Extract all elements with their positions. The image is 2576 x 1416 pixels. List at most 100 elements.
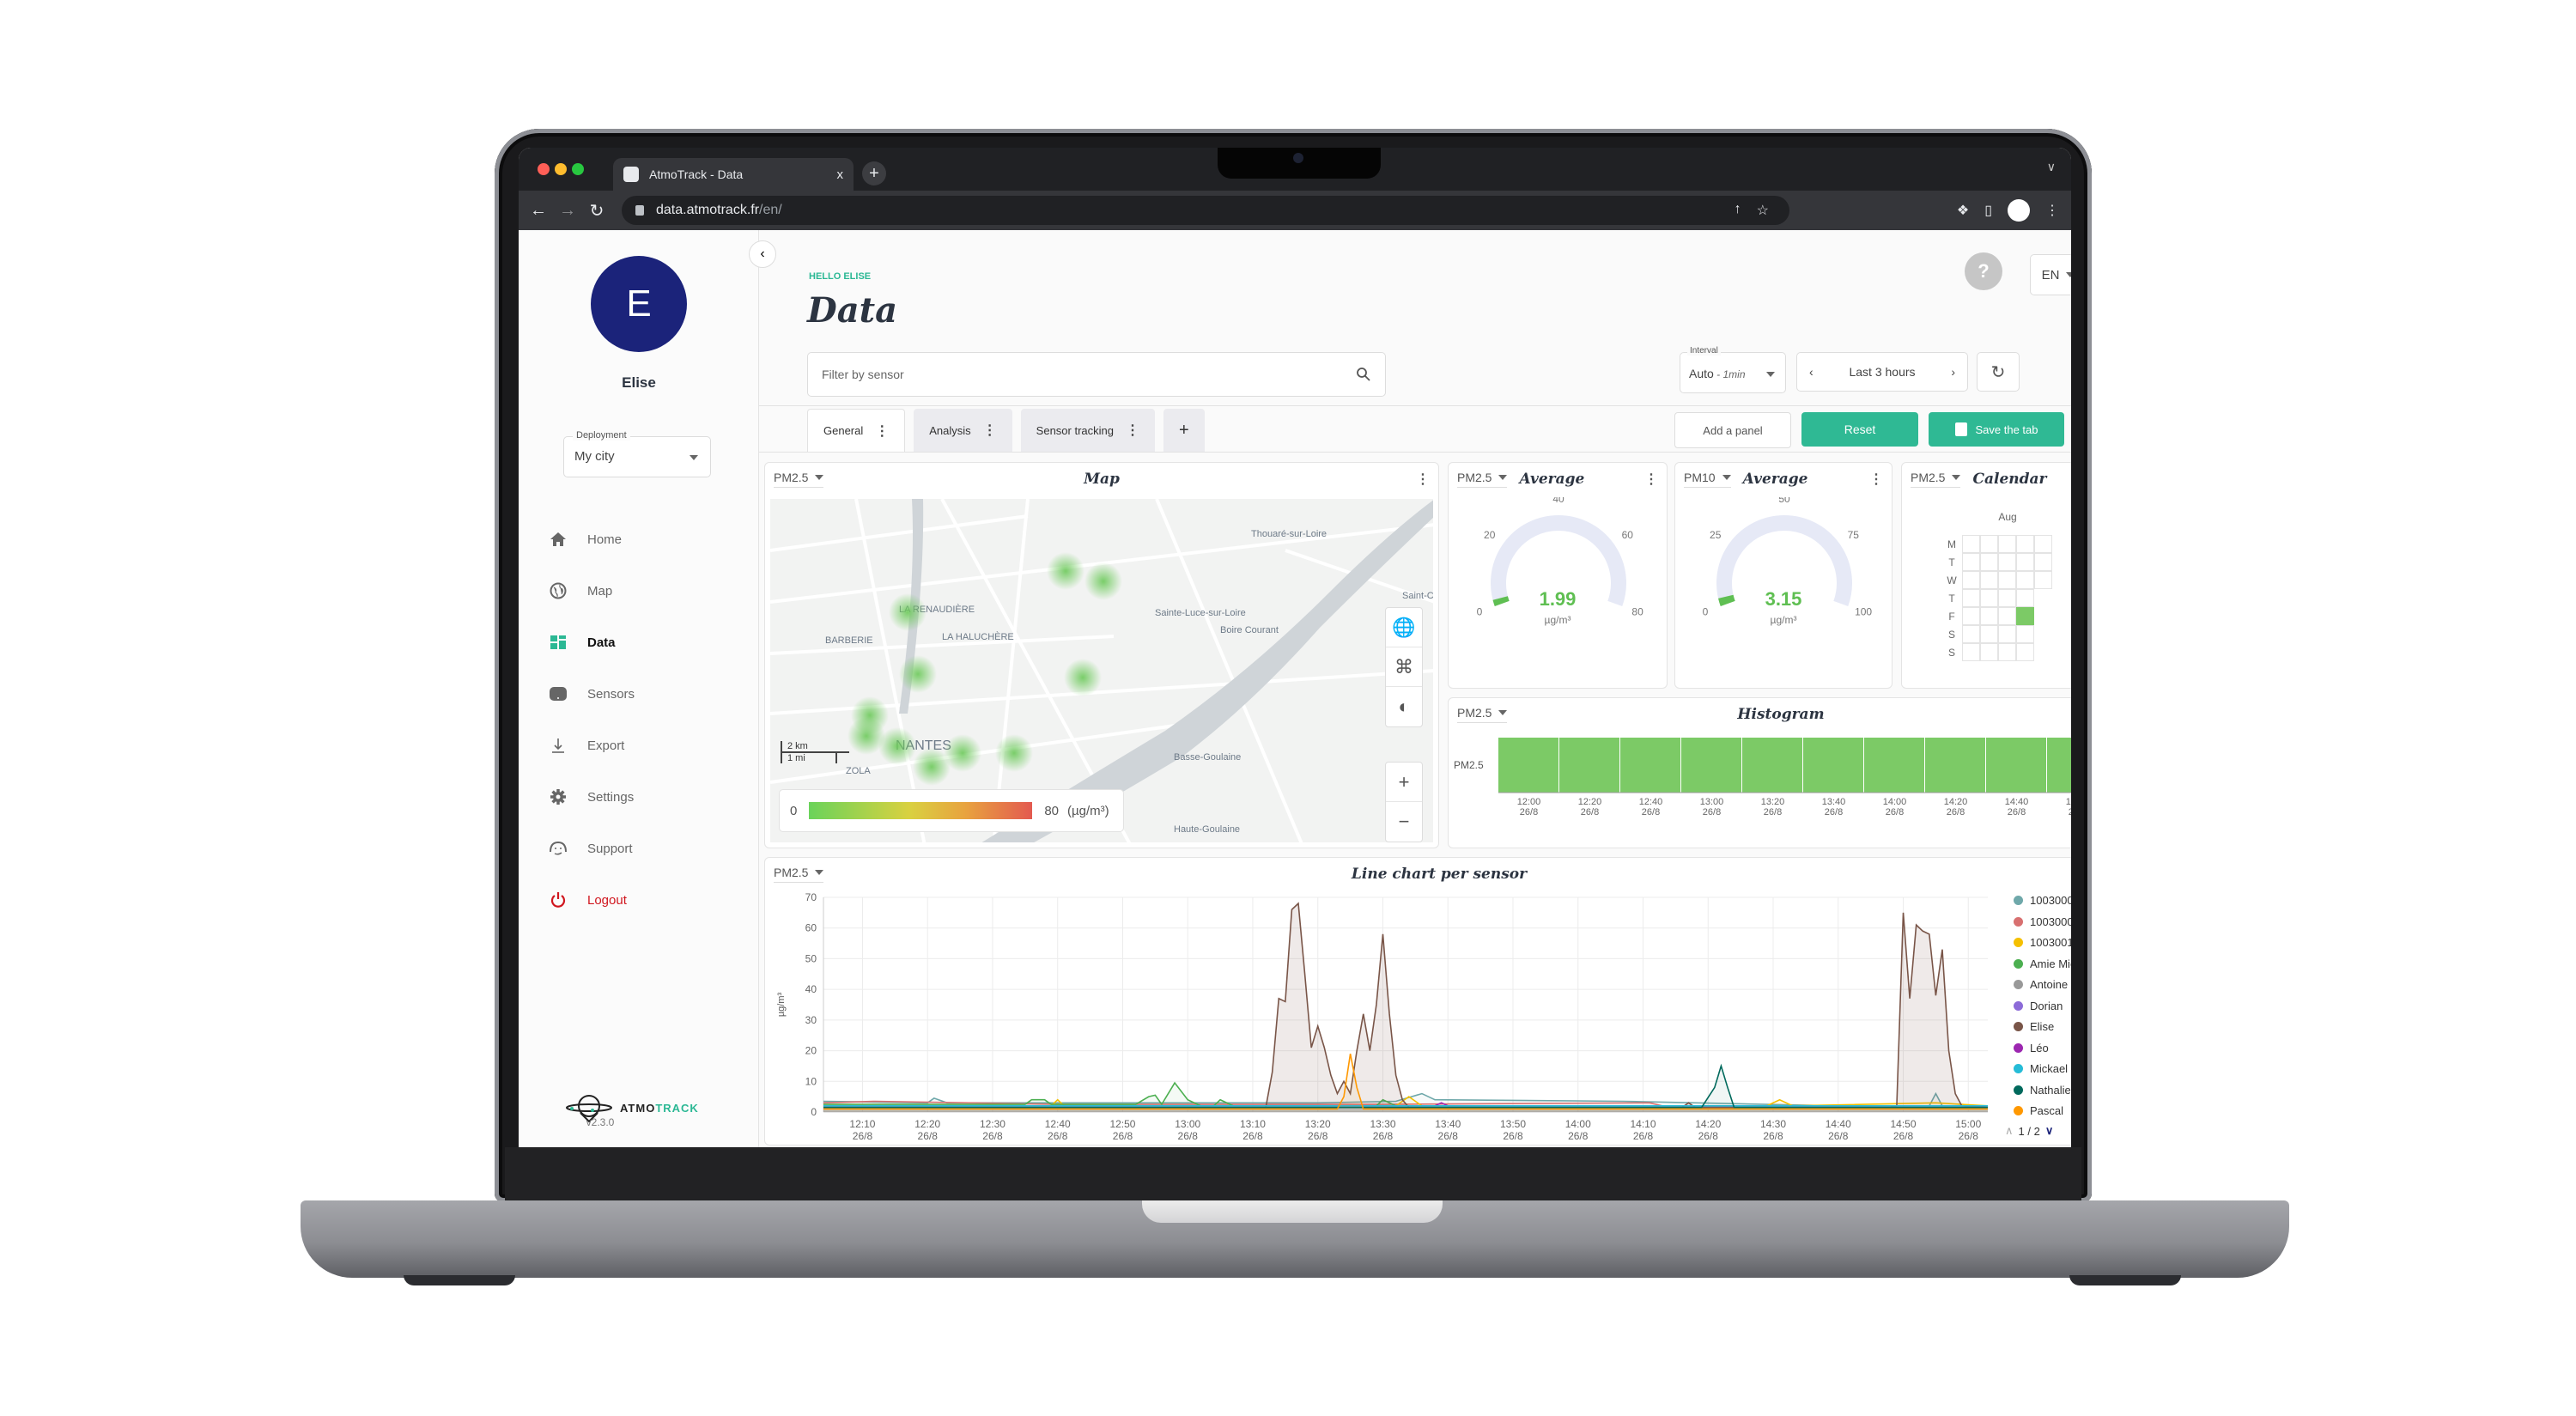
tab-menu-icon[interactable]: ⋮ [983,422,997,439]
zoom-in-button[interactable]: + [1386,763,1422,802]
calendar-cell[interactable] [2016,553,2034,571]
deployment-select[interactable]: Deployment My city [563,430,711,477]
crop-icon[interactable]: ⌘ [1386,647,1422,687]
panel-menu-icon[interactable]: ⋮ [1416,471,1430,488]
legend-item[interactable]: 100300053 [2014,894,2071,907]
sidebar-item-home[interactable]: Home [548,514,635,565]
time-range-value[interactable]: Last 3 hours [1849,365,1915,379]
calendar-cell[interactable] [1980,553,1998,571]
pollutant-select[interactable]: PM2.5 [1457,471,1508,488]
sidebar-item-export[interactable]: Export [548,720,635,771]
address-bar[interactable]: data.atmotrack.fr/en/ ↑ ☆ [622,196,1789,225]
globe-icon[interactable]: 🌐 [1386,608,1422,647]
legend-item[interactable]: Amie Mickael [2014,957,2071,970]
pollutant-select[interactable]: PM10 [1684,471,1731,488]
panel-menu-icon[interactable]: ⋮ [1644,471,1658,488]
calendar-cell[interactable] [2016,535,2034,553]
side-panel-icon[interactable]: ▯ [1984,202,1992,219]
close-tab-icon[interactable]: x [837,167,844,182]
histogram-bar[interactable] [1559,738,1619,793]
minimize-window-button[interactable] [555,163,567,175]
refresh-button[interactable]: ↻ [1977,352,2020,392]
language-select[interactable]: EN [2030,254,2071,295]
legend-item[interactable]: Nathalie [2014,1084,2071,1097]
new-tab-button[interactable]: + [862,161,886,185]
pollutant-select[interactable]: PM2.5 [774,471,824,488]
sidebar-item-settings[interactable]: Settings [548,771,635,823]
histogram-bar[interactable] [1925,738,1985,793]
add-tab-button[interactable]: + [1163,409,1205,452]
calendar-cell[interactable] [1962,643,1980,661]
calendar-cell[interactable] [2016,643,2034,661]
calendar-cell[interactable] [1980,535,1998,553]
bookmark-star-icon[interactable]: ☆ [1757,202,1769,219]
close-window-button[interactable] [538,163,550,175]
calendar-cell[interactable] [1998,535,2016,553]
tab-general[interactable]: General ⋮ [807,409,906,452]
legend-item[interactable]: 100300166 [2014,936,2071,949]
pollutant-select[interactable]: PM2.5 [1457,706,1508,723]
avatar[interactable]: E [591,256,687,352]
calendar-cell[interactable] [1962,553,1980,571]
histogram-bar[interactable] [2047,738,2071,793]
calendar-cell[interactable] [1962,535,1980,553]
browser-tab[interactable]: AtmoTrack - Data x [613,158,854,191]
sidebar-item-map[interactable]: Map [548,565,635,617]
share-icon[interactable]: ↑ [1735,202,1741,219]
series-line-elise[interactable] [823,902,1989,1109]
legend-item[interactable]: Dorian [2014,1000,2063,1012]
calendar-cell[interactable] [2016,571,2034,589]
histogram-bar[interactable] [1681,738,1741,793]
legend-item[interactable]: Pascal [2014,1104,2063,1117]
histogram-bar[interactable] [1803,738,1863,793]
sensor-heat-spot[interactable] [1064,659,1102,696]
tab-search-chevron-icon[interactable]: ∨ [2047,160,2056,174]
pollutant-select[interactable]: PM2.5 [774,866,824,883]
profile-avatar[interactable] [2008,199,2030,222]
legend-next-page-icon[interactable]: ∨ [2045,1124,2054,1138]
histogram-bar[interactable] [1620,738,1680,793]
collapse-sidebar-button[interactable]: ‹ [749,240,776,268]
calendar-cell[interactable] [1980,643,1998,661]
histogram-bar[interactable] [1864,738,1924,793]
sidebar-item-sensors[interactable]: Sensors [548,668,635,720]
calendar-cell[interactable] [1998,571,2016,589]
calendar-cell[interactable] [1980,607,1998,625]
zoom-out-button[interactable]: − [1386,802,1422,842]
calendar-cell[interactable] [2034,553,2052,571]
calendar-cell[interactable] [2016,607,2034,625]
calendar-cell[interactable] [1980,571,1998,589]
legend-item[interactable]: Elise [2014,1020,2054,1033]
calendar-cell[interactable] [1962,607,1980,625]
calendar-cell[interactable] [1980,625,1998,643]
maximize-window-button[interactable] [572,163,584,175]
calendar-cell[interactable] [1998,625,2016,643]
legend-item[interactable]: Léo [2014,1042,2049,1054]
save-tab-button[interactable]: Save the tab [1929,412,2064,447]
tab-analysis[interactable]: Analysis ⋮ [914,409,1012,452]
pollutant-select[interactable]: PM2.5 [1911,471,1961,488]
add-panel-button[interactable]: Add a panel [1674,412,1791,448]
calendar-cell[interactable] [2034,571,2052,589]
calendar-cell[interactable] [1998,607,2016,625]
calendar-cell[interactable] [2034,535,2052,553]
sensor-heat-spot[interactable] [1047,552,1084,590]
calendar-cell[interactable] [1998,643,2016,661]
forward-arrow-icon[interactable]: → [553,201,582,221]
previous-range-button[interactable]: ‹ [1809,365,1814,379]
interval-select[interactable]: Interval Auto - 1min [1680,346,1786,393]
search-icon[interactable] [1356,367,1371,382]
tab-sensor-tracking[interactable]: Sensor tracking ⋮ [1020,409,1155,452]
calendar-cell[interactable] [1980,589,1998,607]
browser-menu-icon[interactable]: ⋮ [2045,202,2059,219]
contrast-icon[interactable]: ◐ [1386,687,1422,726]
sidebar-item-logout[interactable]: Logout [548,874,635,926]
help-button[interactable]: ? [1965,252,2002,290]
sidebar-item-support[interactable]: Support [548,823,635,874]
calendar-cell[interactable] [1962,571,1980,589]
next-range-button[interactable]: › [1951,365,1955,379]
calendar-cell[interactable] [1998,589,2016,607]
calendar-cell[interactable] [1962,589,1980,607]
sensor-filter-input[interactable]: Filter by sensor [807,352,1386,397]
histogram-bar[interactable] [1498,738,1558,793]
